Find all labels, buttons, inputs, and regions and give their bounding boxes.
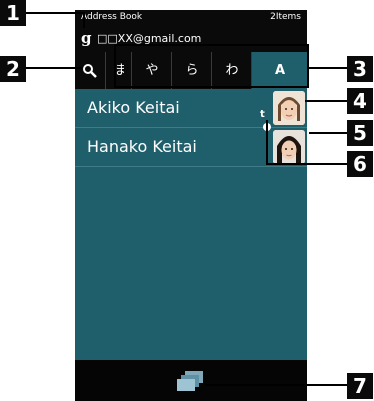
google-g-icon: g xyxy=(81,29,92,47)
callout-2: 2 xyxy=(0,56,26,82)
callout-1: 1 xyxy=(0,0,26,26)
callout-6-leader-v xyxy=(266,120,268,164)
bottom-bar xyxy=(75,360,307,401)
contact-name: Akiko Keitai xyxy=(87,98,180,117)
callout-6-leader xyxy=(266,163,347,165)
list-item[interactable]: Akiko Keitai xyxy=(75,89,307,128)
callout-4-leader xyxy=(305,100,347,102)
callout-2-leader xyxy=(26,67,82,69)
scroll-letter: t xyxy=(260,109,265,120)
callout-3-leader xyxy=(309,67,347,69)
callout-1-leader-v xyxy=(83,12,85,28)
search-button[interactable] xyxy=(75,52,105,89)
avatar[interactable] xyxy=(273,130,305,164)
list-item[interactable]: Hanako Keitai xyxy=(75,123,307,167)
avatar[interactable] xyxy=(273,91,305,125)
app-title: Address Book xyxy=(81,12,143,22)
callout-7: 7 xyxy=(347,373,373,399)
callout-7-leader xyxy=(205,384,347,386)
callout-5: 5 xyxy=(347,120,373,146)
stack-icon[interactable] xyxy=(175,369,207,393)
title-bar: Address Book 2Items xyxy=(75,10,307,25)
contact-list: Akiko Keitai Hanako Keitai t xyxy=(75,89,307,167)
callout-4: 4 xyxy=(347,88,373,114)
callout-5-leader xyxy=(309,132,347,134)
callout-6: 6 xyxy=(347,151,373,177)
contact-name: Hanako Keitai xyxy=(87,137,197,156)
callout-1-leader xyxy=(26,12,84,14)
item-count: 2Items xyxy=(270,12,301,22)
callout-3: 3 xyxy=(347,56,373,82)
search-icon xyxy=(82,63,98,78)
callout-3-frame xyxy=(114,44,309,88)
